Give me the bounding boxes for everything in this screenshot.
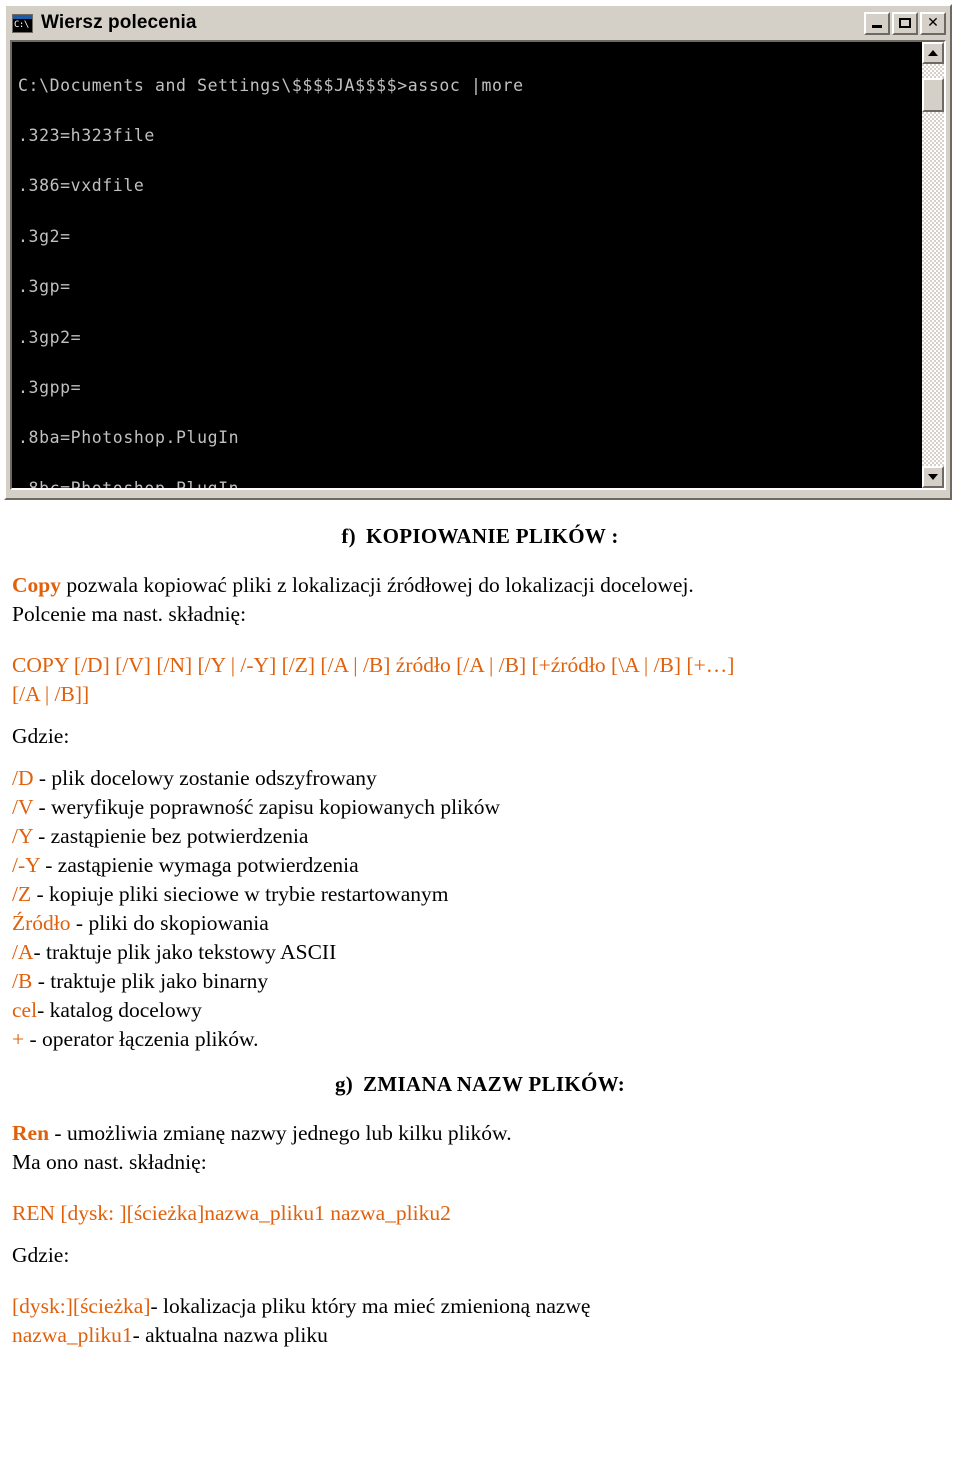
copy-param-desc: - plik docelowy zostanie odszyfrowany	[33, 766, 377, 790]
ren-param-row: [dysk:][ścieżka]- lokalizacja pliku któr…	[12, 1292, 948, 1321]
copy-gdzie-label: Gdzie:	[12, 724, 70, 748]
copy-param-row: cel- katalog docelowy	[12, 996, 948, 1025]
copy-param-row: /V - weryfikuje poprawność zapisu kopiow…	[12, 793, 948, 822]
copy-command-name: Copy	[12, 573, 61, 597]
ren-syntax-line-1: REN [dysk: ][ścieżka]nazwa_pliku1 nazwa_…	[12, 1201, 451, 1225]
ren-intro-paragraph: Ren - umożliwia zmianę nazwy jednego lub…	[12, 1119, 948, 1148]
copy-param-key: /Z	[12, 882, 32, 906]
maximize-button[interactable]	[892, 11, 918, 35]
console-line: .8bc=Photoshop.PlugIn	[18, 480, 922, 488]
ren-command-name: Ren	[12, 1121, 50, 1145]
scroll-up-button[interactable]	[922, 42, 944, 64]
console-output[interactable]: C:\Documents and Settings\$$$$JA$$$$>ass…	[12, 42, 922, 488]
ren-param-desc: - aktualna nazwa pliku	[132, 1323, 328, 1347]
section-f-heading: f) KOPIOWANIE PLIKÓW :	[12, 524, 948, 549]
maximize-icon	[899, 18, 911, 28]
copy-param-row: Źródło - pliki do skopiowania	[12, 909, 948, 938]
copy-param-key: /Y	[12, 824, 33, 848]
ren-intro-line2: Ma ono nast. składnię:	[12, 1150, 207, 1174]
chevron-up-icon	[928, 50, 938, 56]
ren-intro-text: - umożliwia zmianę nazwy jednego lub kil…	[49, 1121, 512, 1145]
section-f-label: f)	[341, 524, 356, 548]
section-g-label: g)	[334, 1072, 354, 1096]
command-prompt-window: C:\ Wiersz polecenia ✕ C:\Documents and …	[4, 4, 952, 500]
window-title: Wiersz polecenia	[41, 12, 197, 33]
console-line: .3gp2=	[18, 327, 82, 347]
minimize-icon	[872, 24, 882, 28]
copy-param-row: /Z - kopiuje pliki sieciowe w trybie res…	[12, 880, 948, 909]
copy-param-key: Źródło	[12, 911, 71, 935]
console-icon: C:\	[12, 13, 33, 33]
copy-param-key: /A	[12, 940, 34, 964]
ren-param-key: nazwa_pliku1	[12, 1323, 133, 1347]
copy-syntax-line-1: COPY [/D] [/V] [/N] [/Y | /-Y] [/Z] [/A …	[12, 653, 735, 677]
copy-param-key: +	[12, 1027, 25, 1051]
console-line: .3gp=	[18, 277, 71, 297]
ren-gdzie-label: Gdzie:	[12, 1243, 70, 1267]
copy-param-row: + - operator łączenia plików.	[12, 1025, 948, 1054]
copy-param-desc: - traktuje plik jako binarny	[32, 969, 269, 993]
copy-param-row: /D - plik docelowy zostanie odszyfrowany	[12, 764, 948, 793]
copy-intro-text: pozwala kopiować pliki z lokalizacji źró…	[60, 573, 694, 597]
section-f-title: KOPIOWANIE PLIKÓW :	[365, 524, 619, 548]
ren-param-key: [dysk:][ścieżka]	[12, 1294, 151, 1318]
console-body: C:\Documents and Settings\$$$$JA$$$$>ass…	[10, 40, 946, 490]
copy-param-desc: - zastąpienie wymaga potwierdzenia	[39, 853, 359, 877]
copy-param-desc: - kopiuje pliki sieciowe w trybie restar…	[31, 882, 449, 906]
copy-syntax-line-2: [/A | /B]]	[12, 682, 90, 706]
console-line: .323=h323file	[18, 125, 155, 145]
ren-param-desc: - lokalizacja pliku który ma mieć zmieni…	[150, 1294, 591, 1318]
ren-param-row: nazwa_pliku1- aktualna nazwa pliku	[12, 1321, 948, 1350]
copy-param-row: /B - traktuje plik jako binarny	[12, 967, 948, 996]
close-icon: ✕	[927, 15, 939, 31]
console-line: .8ba=Photoshop.PlugIn	[18, 428, 240, 448]
copy-param-desc: - weryfikuje poprawność zapisu kopiowany…	[33, 795, 501, 819]
scrollbar-track[interactable]	[922, 64, 944, 466]
console-vertical-scrollbar[interactable]	[922, 42, 944, 488]
console-line: C:\Documents and Settings\$$$$JA$$$$>ass…	[18, 75, 524, 95]
copy-param-desc: - katalog docelowy	[37, 998, 202, 1022]
copy-param-row: /-Y - zastąpienie wymaga potwierdzenia	[12, 851, 948, 880]
copy-intro-paragraph: Copy pozwala kopiować pliki z lokalizacj…	[12, 571, 948, 600]
console-line: .3g2=	[18, 226, 71, 246]
copy-param-row: /A- traktuje plik jako tekstowy ASCII	[12, 938, 948, 967]
copy-param-key: /D	[12, 766, 34, 790]
copy-param-desc: - pliki do skopiowania	[70, 911, 269, 935]
chevron-down-icon	[928, 474, 938, 480]
scroll-down-button[interactable]	[922, 466, 944, 488]
section-g-heading: g) ZMIANA NAZW PLIKÓW:	[12, 1072, 948, 1097]
copy-param-row: /Y - zastąpienie bez potwierdzenia	[12, 822, 948, 851]
copy-param-desc: - operator łączenia plików.	[24, 1027, 259, 1051]
window-controls: ✕	[864, 11, 946, 35]
copy-param-key: /V	[12, 795, 34, 819]
copy-param-key: /B	[12, 969, 33, 993]
minimize-button[interactable]	[864, 11, 890, 35]
document-body: f) KOPIOWANIE PLIKÓW : Copy pozwala kopio…	[0, 506, 960, 1350]
scrollbar-thumb[interactable]	[922, 78, 944, 112]
console-line: .3gpp=	[18, 377, 82, 397]
close-button[interactable]: ✕	[920, 11, 946, 35]
console-icon-text: C:\	[14, 19, 29, 30]
console-line: .386=vxdfile	[18, 176, 145, 196]
copy-intro-line2: Polcenie ma nast. składnię:	[12, 602, 247, 626]
copy-param-key: /-Y	[12, 853, 40, 877]
copy-param-desc: - zastąpienie bez potwierdzenia	[32, 824, 309, 848]
section-g-title: ZMIANA NAZW PLIKÓW:	[363, 1072, 626, 1096]
copy-param-key: cel	[12, 998, 38, 1022]
window-titlebar[interactable]: C:\ Wiersz polecenia ✕	[6, 6, 950, 40]
copy-param-desc: - traktuje plik jako tekstowy ASCII	[33, 940, 337, 964]
